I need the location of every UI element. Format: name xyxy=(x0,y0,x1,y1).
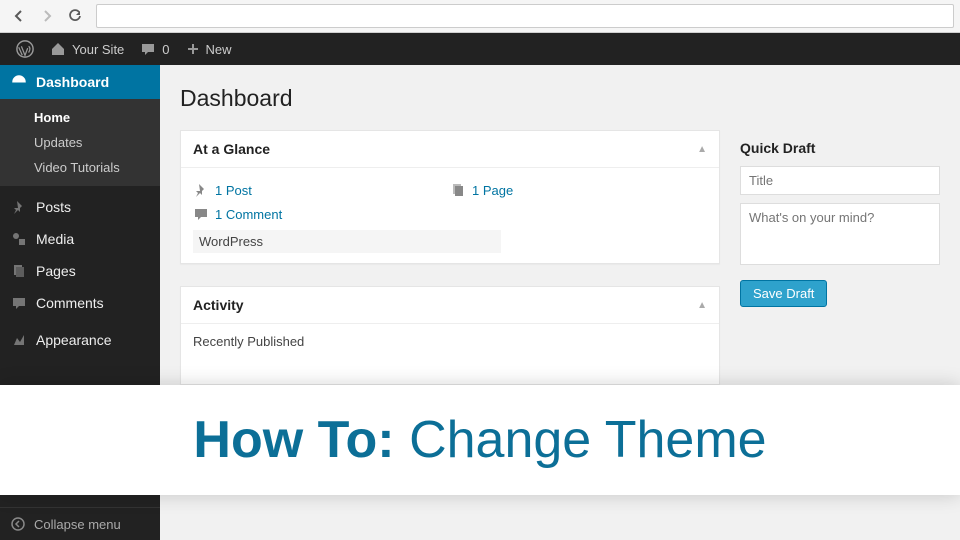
pages-icon xyxy=(450,182,466,198)
forward-button[interactable] xyxy=(34,4,60,28)
media-icon xyxy=(10,231,28,247)
comments-link[interactable]: 1 Comment xyxy=(215,207,282,222)
glance-comments[interactable]: 1 Comment xyxy=(193,202,707,226)
comment-icon xyxy=(193,206,209,222)
site-name-link[interactable]: Your Site xyxy=(42,33,132,65)
collapse-menu[interactable]: Collapse menu xyxy=(0,507,160,540)
menu-posts[interactable]: Posts xyxy=(0,191,160,223)
quick-draft-heading: Quick Draft xyxy=(740,140,815,156)
comment-icon xyxy=(140,41,156,57)
pin-icon xyxy=(10,199,28,215)
collapse-toggle[interactable]: ▲ xyxy=(697,144,707,155)
comment-icon xyxy=(10,295,28,311)
pages-link[interactable]: 1 Page xyxy=(472,183,513,198)
menu-pages[interactable]: Pages xyxy=(0,255,160,287)
home-icon xyxy=(50,41,66,57)
overlay-prefix: How To: xyxy=(193,411,394,469)
tutorial-overlay: How To: Change Theme xyxy=(0,385,960,495)
quick-draft-content-input[interactable] xyxy=(740,203,940,265)
dashboard-icon xyxy=(10,73,28,91)
menu-label: Dashboard xyxy=(36,74,109,90)
wp-admin-bar: Your Site 0 New xyxy=(0,33,960,65)
new-label: New xyxy=(206,42,232,57)
collapse-toggle[interactable]: ▲ xyxy=(697,300,707,311)
dashboard-submenu: Home Updates Video Tutorials xyxy=(0,99,160,186)
glance-pages[interactable]: 1 Page xyxy=(450,178,707,202)
activity-box: Activity ▲ Recently Published xyxy=(180,286,720,385)
recently-published-label: Recently Published xyxy=(193,334,707,349)
wordpress-icon xyxy=(16,40,34,58)
menu-appearance[interactable]: Appearance xyxy=(0,324,160,356)
reload-button[interactable] xyxy=(62,4,88,28)
page-title: Dashboard xyxy=(180,85,940,112)
pin-icon xyxy=(193,182,209,198)
at-a-glance-heading: At a Glance xyxy=(193,141,270,157)
appearance-icon xyxy=(10,332,28,348)
wp-version: WordPress xyxy=(193,230,501,253)
comments-count: 0 xyxy=(162,42,169,57)
activity-heading: Activity xyxy=(193,297,244,313)
quick-draft-box: Quick Draft Save Draft xyxy=(740,130,940,307)
overlay-title: How To: Change Theme xyxy=(193,410,766,470)
submenu-updates[interactable]: Updates xyxy=(0,130,160,155)
menu-media[interactable]: Media xyxy=(0,223,160,255)
posts-link[interactable]: 1 Post xyxy=(215,183,252,198)
menu-label: Comments xyxy=(36,295,104,311)
menu-comments[interactable]: Comments xyxy=(0,287,160,319)
at-a-glance-box: At a Glance ▲ 1 Post xyxy=(180,130,720,264)
comments-link[interactable]: 0 xyxy=(132,33,177,65)
glance-posts[interactable]: 1 Post xyxy=(193,178,450,202)
site-name-label: Your Site xyxy=(72,42,124,57)
submenu-video-tutorials[interactable]: Video Tutorials xyxy=(0,155,160,180)
menu-dashboard[interactable]: Dashboard xyxy=(0,65,160,99)
wp-logo[interactable] xyxy=(8,33,42,65)
url-bar[interactable] xyxy=(96,4,954,28)
back-button[interactable] xyxy=(6,4,32,28)
collapse-label: Collapse menu xyxy=(34,517,121,532)
submenu-home[interactable]: Home xyxy=(0,105,160,130)
collapse-icon xyxy=(10,516,26,532)
browser-toolbar xyxy=(0,0,960,33)
plus-icon xyxy=(186,42,200,56)
pages-icon xyxy=(10,263,28,279)
quick-draft-title-input[interactable] xyxy=(740,166,940,195)
overlay-suffix: Change Theme xyxy=(395,411,767,469)
menu-label: Media xyxy=(36,231,74,247)
menu-label: Pages xyxy=(36,263,76,279)
new-content-link[interactable]: New xyxy=(178,33,240,65)
save-draft-button[interactable]: Save Draft xyxy=(740,280,827,307)
menu-label: Posts xyxy=(36,199,71,215)
menu-label: Appearance xyxy=(36,332,112,348)
main-content: Dashboard At a Glance ▲ 1 Post xyxy=(160,65,960,385)
